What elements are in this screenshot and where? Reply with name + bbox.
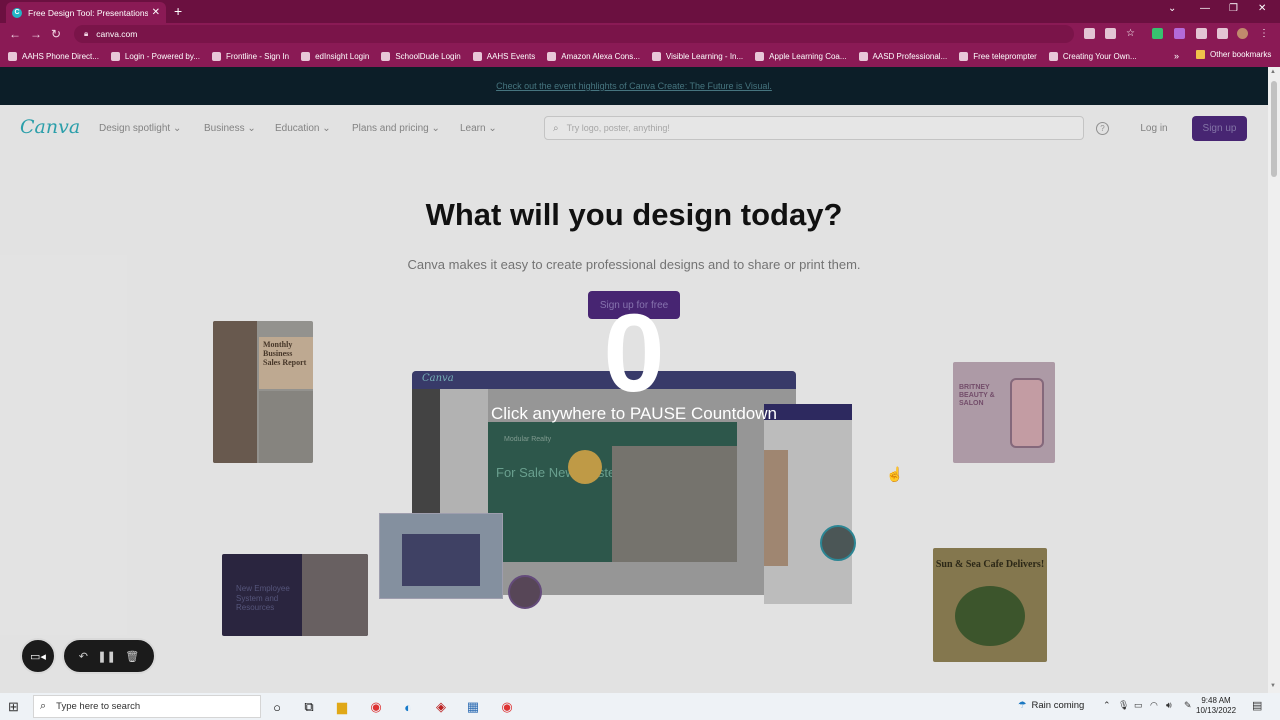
bookmark-item[interactable]: Frontline - Sign In: [211, 51, 289, 61]
back-icon[interactable]: ←: [9, 27, 21, 41]
clock-time: 9:48 AM: [1201, 696, 1231, 705]
search-icon: ⌕: [40, 700, 47, 712]
tab-search-chevron-icon[interactable]: ⌄: [1168, 3, 1176, 14]
bookmark-item[interactable]: Creating Your Own...: [1048, 51, 1137, 61]
windows-start-icon[interactable]: ⊞: [8, 699, 19, 715]
tray-chevron-icon[interactable]: ⌃: [1103, 700, 1111, 711]
lock-icon: 🔒︎: [84, 29, 89, 38]
bookmark-star-icon[interactable]: ☆: [1126, 28, 1137, 39]
browser-tab-active[interactable]: C Free Design Tool: Presentations, V ✕: [6, 2, 166, 23]
bookmark-item[interactable]: AAHS Phone Direct...: [8, 51, 99, 61]
rain-icon: ☂: [1018, 700, 1027, 711]
extensions-puzzle-icon[interactable]: [1196, 28, 1207, 39]
restore-icon[interactable]: ❐: [1229, 3, 1238, 14]
bookmark-favicon-icon: [755, 51, 765, 61]
countdown-number[interactable]: 0: [0, 299, 1268, 409]
task-view-icon[interactable]: ⧉: [299, 697, 319, 717]
scroll-up-icon[interactable]: ▲: [1270, 69, 1276, 75]
bookmark-favicon-icon: [1048, 51, 1058, 61]
extension-green-icon[interactable]: [1152, 28, 1163, 39]
bookmark-favicon-icon: [8, 51, 17, 61]
taskbar-search-placeholder: Type here to search: [56, 701, 141, 712]
forward-icon[interactable]: →: [30, 27, 42, 41]
chrome-icon[interactable]: ◉: [366, 697, 386, 717]
pause-icon[interactable]: ❚❚: [97, 650, 115, 663]
chrome-profile-icon[interactable]: ◉: [497, 697, 517, 717]
browser-tab-strip: C Free Design Tool: Presentations, V ✕ +…: [0, 0, 1280, 23]
taskbar-clock[interactable]: 9:48 AM 10/13/2022: [1196, 696, 1236, 717]
camera-icon[interactable]: [1084, 28, 1095, 39]
bookmark-favicon-icon: [301, 51, 311, 61]
share-icon[interactable]: [1105, 28, 1116, 39]
bookmark-item[interactable]: SchoolDude Login: [381, 51, 461, 61]
file-explorer-icon[interactable]: ▆: [332, 697, 352, 717]
calculator-icon[interactable]: ▦: [463, 697, 483, 717]
bookmark-item[interactable]: AAHS Events: [472, 51, 535, 61]
new-tab-button[interactable]: +: [174, 3, 182, 19]
bookmark-favicon-icon: [858, 51, 868, 61]
folder-icon: [1196, 50, 1205, 59]
bookmark-favicon-icon: [472, 51, 482, 61]
bookmark-item[interactable]: edInsight Login: [301, 51, 369, 61]
bookmark-item[interactable]: Login - Powered by...: [110, 51, 200, 61]
bookmark-item[interactable]: Free teleprompter: [959, 51, 1037, 61]
bookmark-favicon-icon: [110, 51, 120, 61]
recording-controls: ↶ ❚❚ 🗑︎: [62, 638, 156, 674]
window-close-icon[interactable]: ✕: [1258, 3, 1266, 14]
reload-icon[interactable]: ↻: [51, 27, 61, 41]
browser-menu-icon[interactable]: ⋮: [1259, 28, 1270, 39]
side-panel-icon[interactable]: [1217, 28, 1228, 39]
scrollbar-thumb[interactable]: [1271, 81, 1277, 177]
trash-icon[interactable]: 🗑︎: [125, 650, 139, 663]
bookmark-favicon-icon: [959, 51, 969, 61]
address-bar[interactable]: 🔒︎ canva.com: [74, 25, 1074, 43]
bookmark-favicon-icon: [381, 51, 391, 61]
address-url: canva.com: [96, 29, 138, 39]
browser-toolbar: ← → ↻ 🔒︎ canva.com ☆ ⋮: [0, 23, 1280, 45]
battery-icon[interactable]: ▭: [1134, 700, 1143, 711]
bookmark-item[interactable]: AASD Professional...: [858, 51, 947, 61]
other-bookmarks[interactable]: Other bookmarks: [1196, 50, 1271, 59]
bookmarks-overflow-icon[interactable]: »: [1174, 51, 1179, 61]
canva-favicon-icon: C: [12, 7, 22, 18]
bookmark-favicon-icon: [547, 51, 557, 61]
bookmark-favicon-icon: [651, 51, 661, 61]
canva-page[interactable]: Check out the event highlights of Canva …: [0, 67, 1268, 693]
bookmark-item[interactable]: Apple Learning Coa...: [755, 51, 847, 61]
hand-cursor-icon: ☝: [886, 466, 904, 482]
taskbar-search-input[interactable]: ⌕ Type here to search: [33, 695, 261, 718]
webcam-toggle-button[interactable]: ▭◂: [20, 638, 56, 674]
bookmark-item[interactable]: Amazon Alexa Cons...: [547, 51, 640, 61]
edge-icon[interactable]: ◐: [398, 697, 418, 717]
bookmark-item[interactable]: Visible Learning - In...: [651, 51, 743, 61]
tab-close-icon[interactable]: ✕: [152, 7, 160, 18]
minimize-icon[interactable]: —: [1200, 3, 1210, 14]
notifications-icon[interactable]: ▤: [1252, 699, 1262, 712]
windows-taskbar: ⊞ ⌕ Type here to search ○ ⧉ ▆ ◉ ◐ ◈ ▦ ◉ …: [0, 693, 1280, 720]
scroll-down-icon[interactable]: ▼: [1270, 683, 1276, 689]
page-scrollbar[interactable]: ▲ ▼: [1268, 67, 1280, 693]
video-camera-icon: ▭◂: [30, 650, 46, 663]
bookmark-favicon-icon: [211, 51, 221, 61]
undo-icon[interactable]: ↶: [79, 650, 88, 663]
tab-title: Free Design Tool: Presentations, V: [28, 7, 148, 18]
wifi-icon[interactable]: ◠: [1150, 700, 1158, 711]
bookmarks-bar: AAHS Phone Direct... Login - Powered by.…: [0, 45, 1280, 67]
profile-avatar[interactable]: [1237, 28, 1248, 39]
cortana-icon[interactable]: ○: [267, 697, 287, 717]
clock-date: 10/13/2022: [1196, 706, 1237, 716]
app-icon[interactable]: ◈: [431, 697, 451, 717]
microphone-icon[interactable]: 🎙︎: [1118, 700, 1129, 711]
weather-widget[interactable]: ☂ Rain coming: [1018, 700, 1084, 711]
extension-purple-icon[interactable]: [1174, 28, 1185, 39]
countdown-pause-message[interactable]: Click anywhere to PAUSE Countdown: [0, 404, 1268, 424]
pen-icon[interactable]: ✎: [1184, 700, 1192, 711]
volume-icon[interactable]: 🔊︎: [1166, 700, 1172, 711]
